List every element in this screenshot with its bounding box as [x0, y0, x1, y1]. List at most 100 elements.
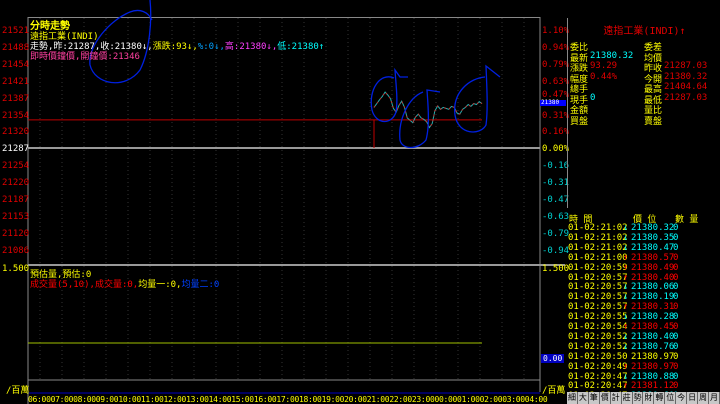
tick-header-qty: 數 量	[675, 215, 699, 225]
tick-arrow: ↓	[623, 232, 629, 243]
quote-label: 賣盤	[644, 116, 663, 127]
price-axis-label: 21254	[2, 161, 30, 172]
panel-tab[interactable]: 大	[578, 392, 589, 404]
tick-time: 01-02:20:57	[568, 282, 628, 293]
tick-row[interactable]: 01-02:20:54 ↑ 21380.45 0	[567, 322, 720, 332]
percent-axis-label: 1.10%	[542, 26, 570, 36]
percent-axis-label: -0.47	[542, 195, 570, 205]
panel-tab[interactable]: 細	[567, 392, 578, 404]
top-border	[28, 17, 540, 18]
tick-time: 01-02:20:52	[568, 341, 628, 352]
tick-price: 21380.32	[631, 223, 675, 233]
panel-tab[interactable]: 位	[665, 392, 677, 404]
tick-price: 21380.47	[631, 242, 675, 253]
panel-tab[interactable]: 轉	[654, 392, 666, 404]
tick-price: 21380.06	[631, 282, 675, 293]
tick-qty: 0	[673, 361, 679, 372]
panel-tab[interactable]: 莊	[622, 392, 633, 404]
tick-qty: 0	[673, 302, 679, 313]
tick-qty: 0	[673, 242, 679, 253]
tick-header-price: 價 位	[633, 215, 657, 225]
tick-arrow: ↓	[623, 242, 629, 253]
tick-arrow: ↓	[623, 312, 629, 323]
tick-row[interactable]: 01-02:20:55 ↓ 21380.28 0	[567, 312, 720, 322]
panel-tab[interactable]: 周	[698, 392, 709, 404]
tick-arrow: ↑	[623, 302, 629, 313]
price-axis-label: 21387	[2, 93, 30, 104]
percent-axis-label: 0.63%	[542, 76, 570, 87]
percent-axis-label: 0.00%	[542, 144, 570, 155]
panel-tab[interactable]: 價	[600, 392, 611, 404]
tick-time: 01-02:20:54	[568, 322, 628, 332]
grid-lines	[39, 18, 525, 380]
tick-price: 21380.35	[631, 232, 675, 243]
quote-value: 21380.32	[590, 50, 634, 61]
price-axis-label: 21187	[2, 195, 30, 205]
tick-arrow: ↑	[623, 252, 629, 263]
price-axis-label: 21454	[2, 59, 30, 70]
tick-row[interactable]: 01-02:20:57 ↓ 21380.06 0	[567, 282, 720, 292]
tick-price: 21380.28	[631, 312, 675, 323]
tick-arrow: ↑	[623, 272, 629, 283]
tick-qty: 0	[673, 252, 679, 263]
tick-time: 01-02:21:02	[568, 242, 628, 253]
tick-row[interactable]: 01-02:20:57 ↑ 21380.40 0	[567, 273, 720, 283]
tick-row[interactable]: 01-02:20:52 ↓ 21380.76 0	[567, 342, 720, 352]
price-axis-label: 21120	[2, 228, 30, 239]
volume-item: 均量一:0,	[138, 280, 182, 290]
current-price-label: 21380	[541, 99, 560, 106]
panel-tab[interactable]: 今	[676, 392, 688, 404]
tick-row[interactable]: 01-02:21:00 ↑ 21380.57 0	[567, 253, 720, 263]
tick-row[interactable]: 01-02:20:50 21380.97 0	[567, 352, 720, 362]
quote-value: 21287.03	[664, 92, 708, 103]
price-axis-label: 21220	[2, 178, 30, 189]
tick-row[interactable]: 01-02:20:57 ↑ 21380.31 0	[567, 302, 720, 312]
tick-qty: 0	[673, 312, 679, 323]
quote-value: 21380.32	[664, 71, 708, 82]
tick-qty: 0	[673, 341, 679, 352]
tick-price: 21380.76	[631, 341, 675, 352]
tick-qty: 0	[673, 292, 679, 303]
tick-time: 01-02:21:02	[568, 232, 628, 243]
tick-row[interactable]: 01-02:20:57 ↓ 21380.19 0	[567, 292, 720, 302]
tick-time: 01-02:20:59	[568, 262, 628, 273]
quote-value: 0.44%	[590, 71, 618, 82]
percent-axis-label: -0.16	[542, 161, 570, 172]
price-axis-label: 21421	[2, 76, 30, 87]
tick-qty: 0	[673, 282, 679, 293]
tick-arrow: ↑	[623, 361, 629, 372]
summary-item: 低:21380↑	[277, 42, 325, 52]
tick-price: 21380.45	[631, 322, 675, 332]
panel-tab[interactable]: 財	[643, 392, 655, 404]
price-axis-label: 21521	[2, 26, 30, 36]
tick-qty: 0	[673, 262, 679, 273]
percent-axis-label: 0.79%	[542, 59, 570, 70]
tick-row[interactable]: 01-02:20:52 ↓ 21380.40 0	[567, 332, 720, 342]
tick-time: 01-02:20:55	[568, 312, 628, 323]
volume-axis-max: 1.500	[2, 264, 30, 274]
price-axis-label: 21086	[2, 245, 30, 256]
tick-row[interactable]: 01-02:21:02 ↓ 21380.32 0	[567, 223, 720, 233]
tick-time: 01-02:20:47	[568, 381, 628, 392]
tick-row[interactable]: 01-02:20:47 ↑ 21381.12 0	[567, 381, 720, 391]
panel-tab[interactable]: 日	[687, 392, 699, 404]
tick-row[interactable]: 01-02:21:02 ↓ 21380.47 0	[567, 243, 720, 253]
open-price-summary: 即時價鐘價,開鐘價:21346	[30, 52, 140, 62]
panel-tab[interactable]: 勢	[633, 392, 644, 404]
quote-value: 21287.03	[664, 61, 708, 71]
panel-tab[interactable]: 月	[709, 392, 720, 404]
tick-row[interactable]: 01-02:21:02 ↓ 21380.35 0	[567, 233, 720, 243]
volume-item: 成交量(5,10),	[30, 280, 95, 290]
volume-item: 均量二:0	[181, 280, 220, 290]
tick-row[interactable]: 01-02:20:47 ↓ 21380.88 0	[567, 372, 720, 382]
panel-tab[interactable]: 筆	[589, 392, 600, 404]
panel-tab[interactable]: 計	[611, 392, 622, 404]
tick-arrow: ↓	[623, 282, 629, 293]
tick-row[interactable]: 01-02:20:49 ↑ 21380.97 0	[567, 362, 720, 372]
tick-qty: 0	[673, 381, 679, 392]
tick-arrow: ↑	[623, 322, 629, 332]
tick-time: 01-02:20:57	[568, 302, 628, 313]
tick-row[interactable]: 01-02:20:59 ↑ 21380.49 0	[567, 263, 720, 273]
tick-qty: 0	[673, 322, 679, 332]
summary-item: %:0↓,	[197, 42, 225, 52]
